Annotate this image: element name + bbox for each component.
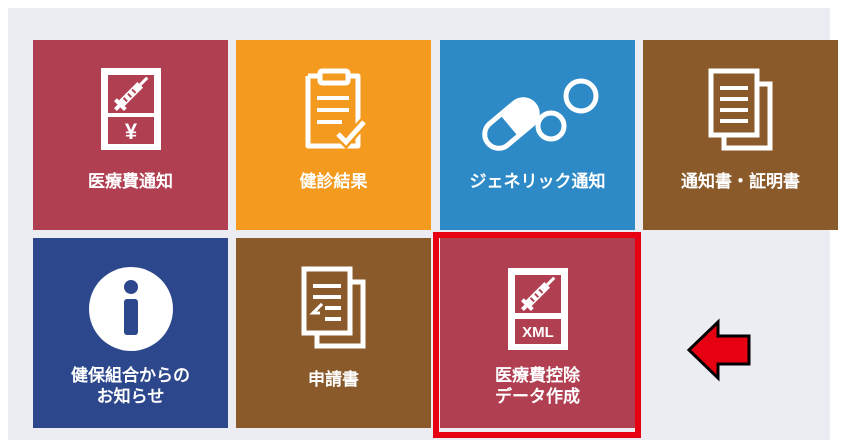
tile-medical-expense-notice[interactable]: ¥ 医療費通知 (33, 40, 228, 230)
tile-label: 通知書・証明書 (681, 172, 800, 192)
tile-label: 医療費控除 データ作成 (495, 366, 580, 407)
tile-generic-notice[interactable]: ジェネリック通知 (440, 40, 635, 230)
receipt-yen-icon: ¥ (33, 68, 228, 150)
svg-text:XML: XML (522, 324, 554, 341)
application-form-icon (236, 266, 431, 350)
svg-text:¥: ¥ (124, 119, 137, 144)
documents-icon (643, 68, 838, 152)
xml-document-icon: XML (440, 268, 635, 350)
tile-health-checkup-results[interactable]: 健診結果 (236, 40, 431, 230)
tile-application-forms[interactable]: 申請書 (236, 238, 431, 428)
tile-label: 健診結果 (299, 172, 368, 192)
tile-label: ジェネリック通知 (469, 172, 606, 192)
tile-notices-certificates[interactable]: 通知書・証明書 (643, 40, 838, 230)
left-arrow-icon (686, 318, 752, 386)
tile-label: 健保組合からの お知らせ (71, 366, 190, 407)
tile-association-news[interactable]: 健保組合からの お知らせ (33, 238, 228, 428)
tile-medical-deduction-data[interactable]: XML 医療費控除 データ作成 (440, 238, 635, 428)
tile-label: 申請書 (308, 370, 359, 390)
info-icon (33, 266, 228, 352)
pill-capsule-icon (440, 76, 635, 152)
clipboard-check-icon (236, 68, 431, 152)
tile-label: 医療費通知 (88, 172, 173, 192)
